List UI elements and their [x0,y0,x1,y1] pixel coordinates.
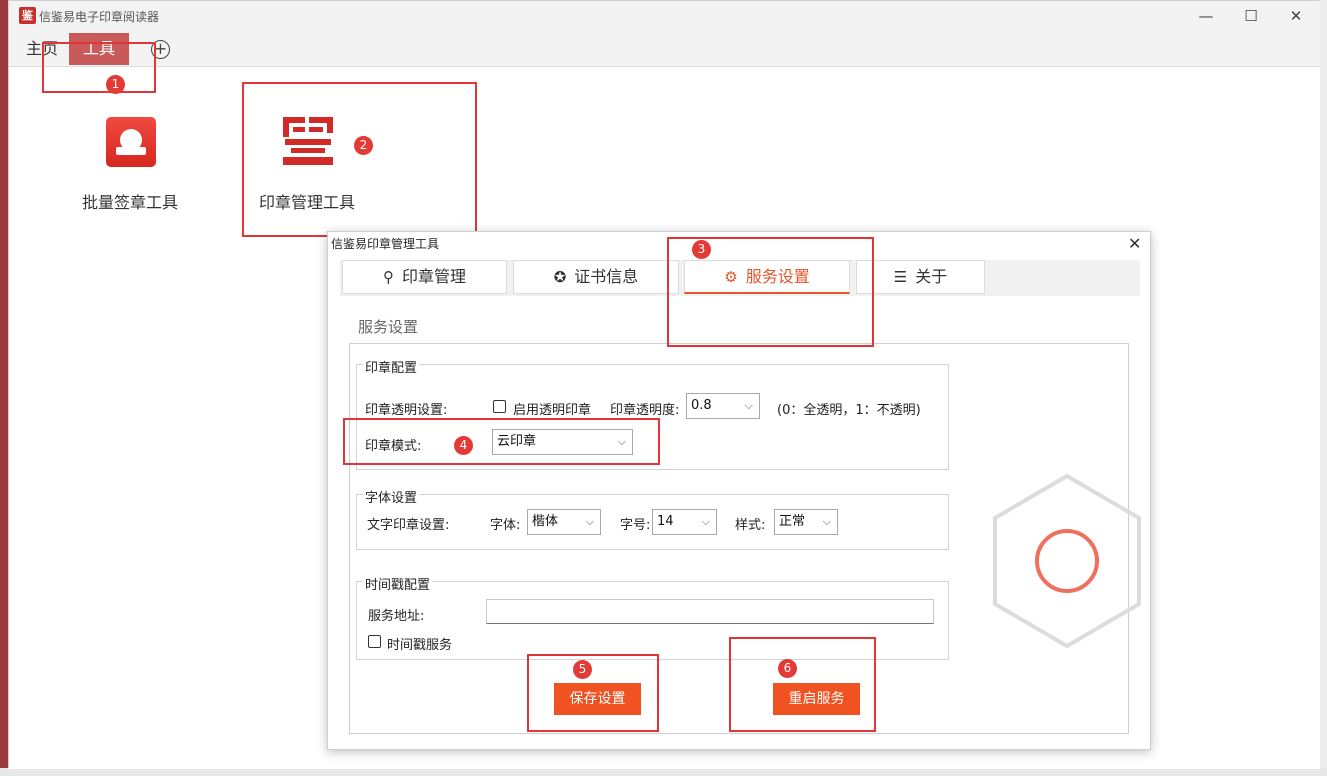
certificate-icon: ✪ [553,268,567,286]
annotation-box-1 [42,42,156,93]
size-label: 字号: [620,518,651,533]
font-label: 字体: [490,518,521,533]
tab-label: 证书信息 [574,267,639,286]
batch-sign-tool-label[interactable]: 批量签章工具 [82,189,178,213]
tab-about[interactable]: ☰ 关于 [856,260,985,294]
style-value: 正常 [779,514,806,529]
font-config-title: 字体设置 [363,487,420,506]
main-tab-bar: 主页 工具 + [9,31,1320,67]
seal-config-title: 印章配置 [363,357,420,376]
service-url-input[interactable] [486,599,934,624]
opacity-hint: (0：全透明，1：不透明) [777,403,921,418]
minimize-button[interactable]: — [1184,3,1228,29]
tab-certificate-info[interactable]: ✪ 证书信息 [513,260,679,294]
service-url-label: 服务地址: [368,609,425,624]
dialog-title: 信鉴易印章管理工具 [331,237,440,251]
app-title: 信鉴易电子印章阅读器 [39,10,160,24]
size-value: 14 [657,514,674,529]
style-select[interactable]: 正常 ⌵ [774,509,838,535]
maximize-button[interactable]: ☐ [1229,3,1273,29]
annotation-marker-3: 3 [692,240,711,259]
enable-transparent-checkbox[interactable] [493,400,506,413]
style-label: 样式: [735,518,766,533]
annotation-box-5 [527,654,659,732]
timestamp-service-label: 时间戳服务 [387,638,453,653]
section-title: 服务设置 [358,318,419,336]
document-icon: ☰ [893,268,908,286]
annotation-marker-6: 6 [778,659,797,678]
enable-transparent-label: 启用透明印章 [513,403,592,418]
transparency-label: 印章透明设置: [365,403,448,418]
dialog-close-icon[interactable]: ✕ [1128,234,1141,253]
font-select[interactable]: 楷体 ⌵ [527,509,601,535]
annotation-box-2 [242,82,477,237]
chevron-down-icon: ⌵ [701,515,710,528]
annotation-box-4 [343,418,660,465]
timestamp-config-title: 时间戳配置 [363,574,433,593]
app-logo-icon: 鉴 [19,7,36,24]
tab-label: 关于 [915,267,948,286]
size-select[interactable]: 14 ⌵ [652,509,717,535]
chevron-down-icon: ⌵ [822,515,831,528]
opacity-value: 0.8 [691,398,712,413]
stamp-icon: ⚲ [382,268,394,286]
chevron-down-icon: ⌵ [585,515,594,528]
opacity-label: 印章透明度: [610,403,680,418]
annotation-marker-5: 5 [573,660,592,679]
annotation-marker-1: 1 [106,75,125,94]
annotation-marker-2: 2 [354,136,373,155]
annotation-box-6 [729,637,876,732]
background-bottom-strip [0,768,1327,776]
annotation-marker-4: 4 [454,436,473,455]
tab-label: 印章管理 [401,267,466,286]
tab-seal-management[interactable]: ⚲ 印章管理 [342,260,507,294]
opacity-select[interactable]: 0.8 ⌵ [686,393,760,419]
chevron-down-icon: ⌵ [744,399,753,412]
font-value: 楷体 [532,514,559,529]
seal-preview-hexagon [993,473,1141,649]
timestamp-service-checkbox[interactable] [368,635,381,648]
stamp-icon[interactable] [106,117,156,167]
title-bar: 鉴 信鉴易电子印章阅读器 — ☐ ✕ [9,1,1320,31]
close-window-button[interactable]: ✕ [1274,3,1318,29]
text-seal-label: 文字印章设置: [367,518,450,533]
